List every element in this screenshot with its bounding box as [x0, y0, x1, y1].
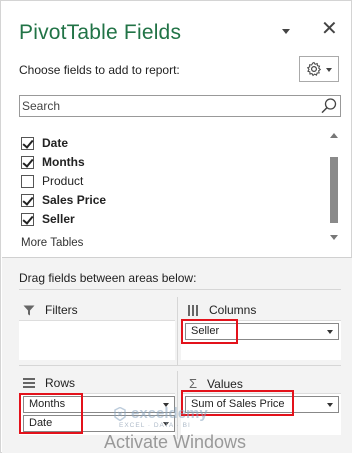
field-label: Sales Price [42, 193, 107, 207]
pivottable-fields-pane: PivotTable Fields ✕ Choose fields to add… [0, 0, 352, 453]
watermark: exceldemy [113, 406, 208, 421]
more-tables-link[interactable]: More Tables [21, 237, 83, 247]
field-label: Product [42, 174, 84, 188]
field-label: Date [42, 136, 69, 150]
field-label: Months [42, 155, 85, 169]
columns-label: Columns [209, 303, 257, 317]
field-item-months[interactable]: Months [21, 154, 85, 170]
divider [19, 289, 341, 290]
columns-area-title: Columns [187, 303, 256, 317]
field-item-sales-price[interactable]: Sales Price [21, 192, 106, 208]
exceldemy-logo-icon [114, 406, 126, 421]
divider [19, 365, 341, 366]
activate-windows-text: Activate Windows [104, 432, 247, 452]
field-item-product[interactable]: Product [21, 173, 83, 189]
scroll-thumb[interactable] [330, 157, 338, 223]
filter-icon [23, 305, 35, 315]
sigma-icon: Σ [189, 376, 198, 391]
filters-label: Filters [45, 303, 78, 317]
highlight-box [181, 319, 238, 344]
field-item-seller[interactable]: Seller [21, 211, 75, 227]
field-list: Date Months Product Sales Price Seller M… [19, 129, 341, 247]
search-icon[interactable] [320, 97, 338, 115]
watermark-brand: exceldemy [131, 405, 208, 422]
rows-label: Rows [45, 376, 76, 390]
field-checkbox[interactable] [21, 174, 34, 188]
choose-fields-label: Choose fields to add to report: [19, 63, 180, 77]
values-area-title: Σ Values [189, 376, 243, 391]
field-checkbox[interactable] [21, 193, 34, 207]
pane-title: PivotTable Fields [19, 21, 182, 44]
search-box[interactable] [19, 95, 341, 117]
scroll-up-arrow-icon[interactable] [330, 133, 338, 138]
tools-button[interactable] [299, 56, 339, 82]
search-input[interactable] [20, 96, 310, 116]
pane-options-dropdown-icon[interactable] [282, 29, 290, 34]
filters-area-title: Filters [23, 303, 78, 317]
chevron-down-icon[interactable] [327, 330, 333, 334]
close-icon[interactable]: ✕ [321, 19, 338, 39]
highlight-box [19, 393, 83, 434]
field-checkbox[interactable] [21, 136, 34, 150]
watermark-tagline: EXCEL · DATA · BI [119, 422, 191, 429]
gear-icon [306, 61, 322, 77]
field-list-scrollbar[interactable] [327, 129, 341, 247]
drag-fields-label: Drag fields between areas below: [19, 271, 197, 285]
chevron-down-icon[interactable] [327, 403, 333, 407]
field-checkbox[interactable] [21, 212, 34, 226]
values-label: Values [207, 376, 243, 391]
field-item-date[interactable]: Date [21, 135, 68, 151]
scroll-down-arrow-icon[interactable] [330, 235, 338, 240]
rows-area-title: Rows [23, 376, 75, 390]
chevron-down-icon [326, 68, 332, 72]
divider [177, 297, 178, 365]
field-label: Seller [42, 212, 75, 226]
columns-icon [188, 304, 198, 316]
field-checkbox[interactable] [21, 155, 34, 169]
filters-drop-zone[interactable] [19, 320, 175, 360]
rows-icon [23, 378, 35, 388]
